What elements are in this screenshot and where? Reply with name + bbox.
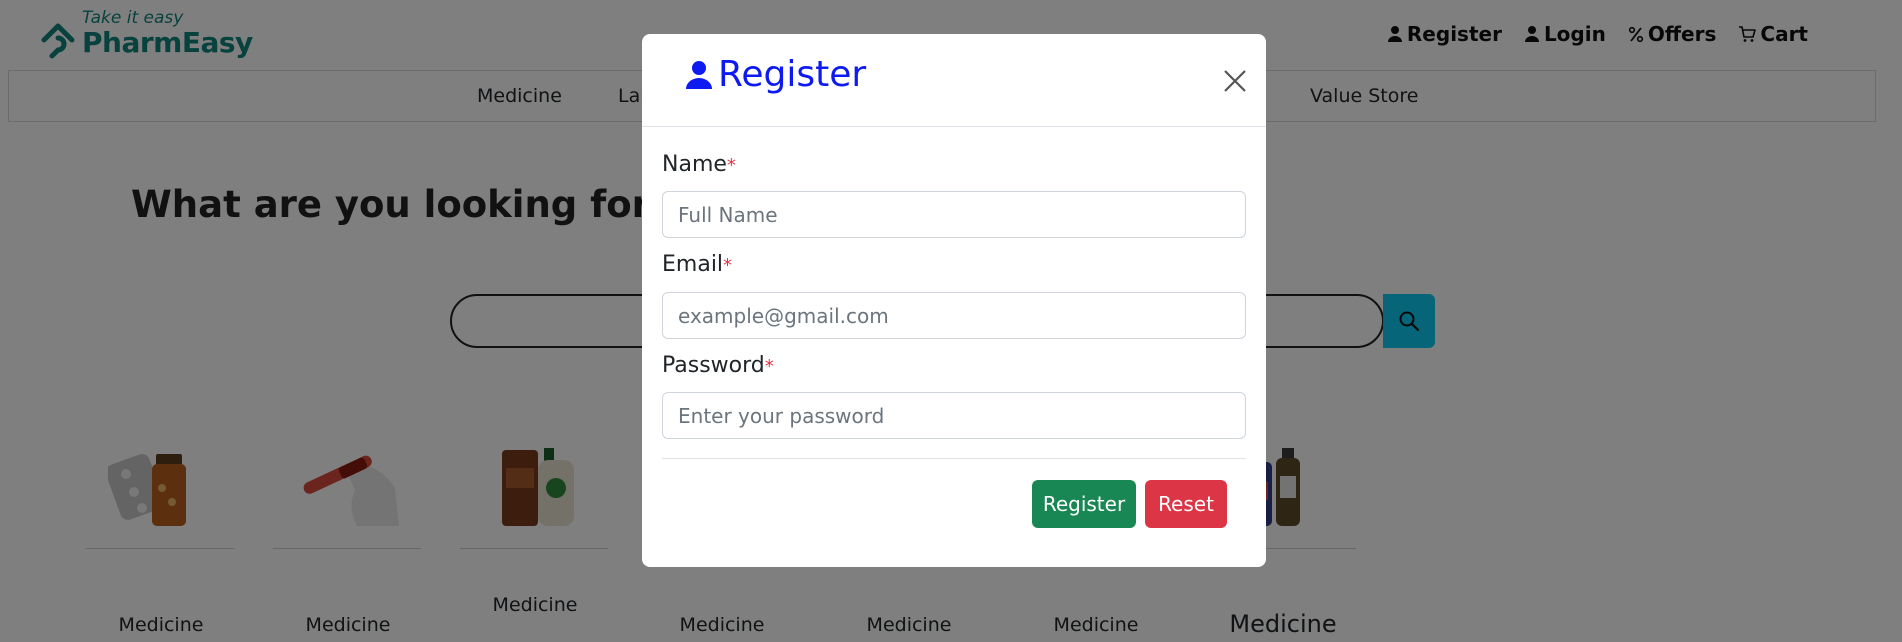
- email-label-text: Email: [662, 252, 724, 277]
- close-icon: [1224, 70, 1246, 92]
- register-button[interactable]: Register: [1032, 480, 1136, 528]
- modal-title-text: Register: [718, 54, 867, 95]
- register-modal: Register Name* Email* Password* Register…: [642, 34, 1266, 567]
- reset-button[interactable]: Reset: [1145, 480, 1227, 528]
- modal-title: Register: [684, 54, 866, 95]
- person-icon: [686, 60, 712, 89]
- name-label-text: Name: [662, 152, 727, 177]
- password-label: Password*: [662, 353, 774, 378]
- name-label: Name*: [662, 152, 736, 177]
- email-input[interactable]: [662, 292, 1246, 339]
- email-label: Email*: [662, 252, 732, 277]
- password-input[interactable]: [662, 392, 1246, 439]
- name-input[interactable]: [662, 191, 1246, 238]
- modal-footer-divider: [662, 458, 1246, 459]
- password-label-text: Password: [662, 353, 765, 378]
- required-mark: *: [726, 155, 736, 176]
- close-button[interactable]: [1220, 66, 1250, 96]
- modal-header: Register: [642, 34, 1266, 127]
- required-mark: *: [723, 255, 733, 276]
- required-mark: *: [764, 356, 774, 377]
